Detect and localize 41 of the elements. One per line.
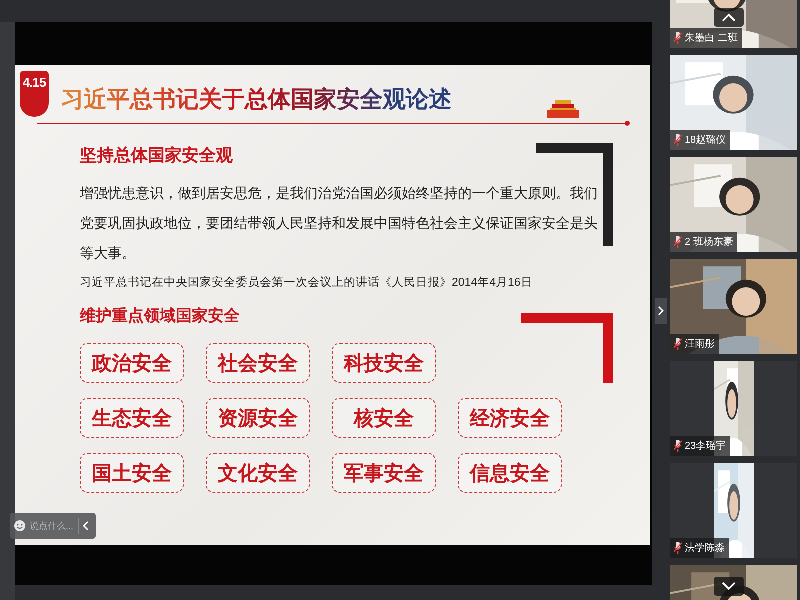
security-area-tag: 科技安全 [332,343,436,383]
mic-icon [674,32,682,44]
security-area-tag: 国土安全 [80,453,184,493]
chat-input[interactable]: 说点什么... [30,521,74,531]
security-area-tag: 文化安全 [206,453,310,493]
mic-icon [674,338,682,350]
citation: 习近平总书记在中央国家安全委员会第一次会议上的讲话《人民日报》2014年4月16日 [80,275,533,290]
participant-name: 汪雨彤 [685,338,715,351]
scroll-up-button[interactable] [714,8,744,27]
mic-icon [674,542,682,554]
security-area-tag: 社会安全 [206,343,310,383]
participant-name: 2 班杨东豪 [685,236,734,249]
chevron-left-icon [83,521,89,531]
mic-icon [674,440,682,452]
security-area-tag: 经济安全 [458,398,562,438]
mic-icon [674,134,682,146]
collapse-chat-button[interactable] [83,521,89,531]
security-area-tag: 信息安全 [458,453,562,493]
chevron-up-icon [722,13,736,22]
security-area-tag: 生态安全 [80,398,184,438]
mic-icon [674,236,682,248]
security-area-tag: 政治安全 [80,343,184,383]
chevron-down-icon [722,582,736,591]
participant-name: 23李瑶宇 [685,440,726,453]
video-tile[interactable]: 法学陈淼 [670,463,797,558]
scroll-down-button[interactable] [714,577,744,596]
section-heading: 维护重点领域国家安全 [80,306,240,327]
quote-paragraph: 增强忧患意识，做到居安思危，是我们治党治国必须始终坚持的一个重大原则。我们党要巩固执政地位，要团结带领人民坚持和发展中国特色社会主义保证国家安全是头等大事。 [80,185,598,264]
smiley-icon [14,520,26,532]
event-logo: 4.15 [20,71,49,117]
security-area-tag: 核安全 [332,398,436,438]
section-heading: 坚持总体国家安全观 [80,145,233,167]
security-area-tag: 军事安全 [332,453,436,493]
security-area-tag: 资源安全 [206,398,310,438]
gate-tower-icon [546,97,580,119]
participant-name: 18赵璐仪 [685,134,726,147]
participant-name: 法学陈淼 [685,542,725,555]
participant-name: 朱墨白 二班 [685,32,738,45]
video-tile[interactable]: 23李瑶宇 [670,361,797,456]
chevron-right-icon [658,306,664,316]
collapse-panel-button[interactable] [655,298,667,324]
